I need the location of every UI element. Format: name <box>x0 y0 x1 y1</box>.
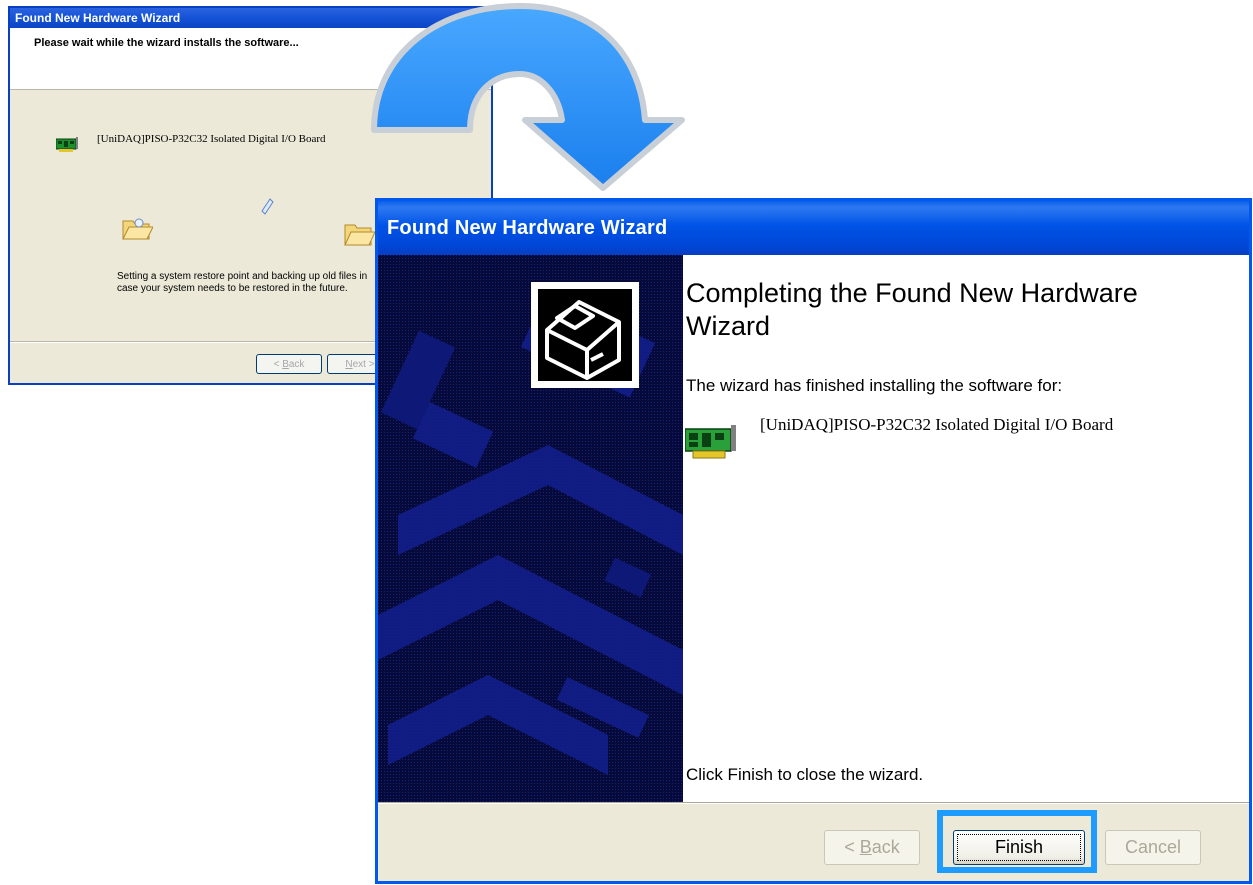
back-button[interactable]: < Back <box>824 830 920 865</box>
back-device-name: [UniDAQ]PISO-P32C32 Isolated Digital I/O… <box>97 133 326 145</box>
device-name: [UniDAQ]PISO-P32C32 Isolated Digital I/O… <box>760 415 1114 434</box>
back-button-rest: ack <box>871 837 900 857</box>
back-next-rest: ext > <box>352 359 375 370</box>
completion-heading: Completing the Found New Hardware Wizard <box>686 278 1138 341</box>
finish-highlight-box <box>937 810 1097 873</box>
front-window-title: Found New Hardware Wizard <box>378 201 1249 255</box>
back-back-prefix: < <box>273 359 283 370</box>
back-button-prefix: < <box>844 837 860 857</box>
close-hint-text: Click Finish to close the wizard. <box>686 765 924 784</box>
back-button-key: B <box>859 837 872 857</box>
pci-card-icon <box>56 137 78 152</box>
back-next-key: N <box>345 359 353 370</box>
wizard-side-banner <box>378 255 683 802</box>
back-back-button[interactable]: < Back <box>256 354 322 374</box>
front-divider <box>378 802 1249 804</box>
front-wizard-window: Found New Hardware Wizard Completing the… <box>375 198 1252 884</box>
folder-icon <box>344 224 375 246</box>
finished-installing-text: The wizard has finished installing the s… <box>686 376 1063 395</box>
flying-file-icon <box>261 198 274 215</box>
cancel-button[interactable]: Cancel <box>1105 830 1201 865</box>
back-window-header-title: Please wait while the wizard installs th… <box>34 37 299 49</box>
hardware-box-icon <box>531 282 639 388</box>
wizard-content: Completing the Found New Hardware Wizard… <box>683 255 1249 802</box>
open-folder-icon <box>122 218 153 240</box>
back-back-key: B <box>282 359 289 370</box>
curved-arrow-icon <box>371 3 685 191</box>
back-status-text: Setting a system restore point and backi… <box>117 271 368 294</box>
back-back-rest: ack <box>288 359 305 370</box>
pci-card-icon <box>685 425 736 459</box>
